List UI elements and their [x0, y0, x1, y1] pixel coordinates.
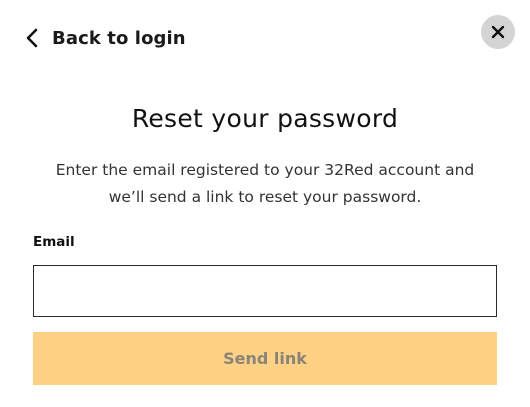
send-link-button[interactable]: Send link: [33, 332, 497, 385]
reset-instructions-line-1: Enter the email registered to your 32Red…: [55, 161, 475, 179]
back-to-login-label: Back to login: [52, 27, 186, 49]
chevron-left-icon: [24, 28, 40, 48]
email-label: Email: [33, 234, 75, 250]
back-to-login-link[interactable]: Back to login: [24, 24, 186, 52]
close-button[interactable]: [481, 15, 515, 49]
reset-instructions-line-2: we’ll send a link to reset your password…: [108, 188, 422, 206]
page-title: Reset your password: [131, 104, 399, 133]
close-icon: [491, 25, 505, 39]
reset-instructions: Enter the email registered to your 32Red…: [20, 157, 510, 211]
email-field[interactable]: [33, 265, 497, 317]
